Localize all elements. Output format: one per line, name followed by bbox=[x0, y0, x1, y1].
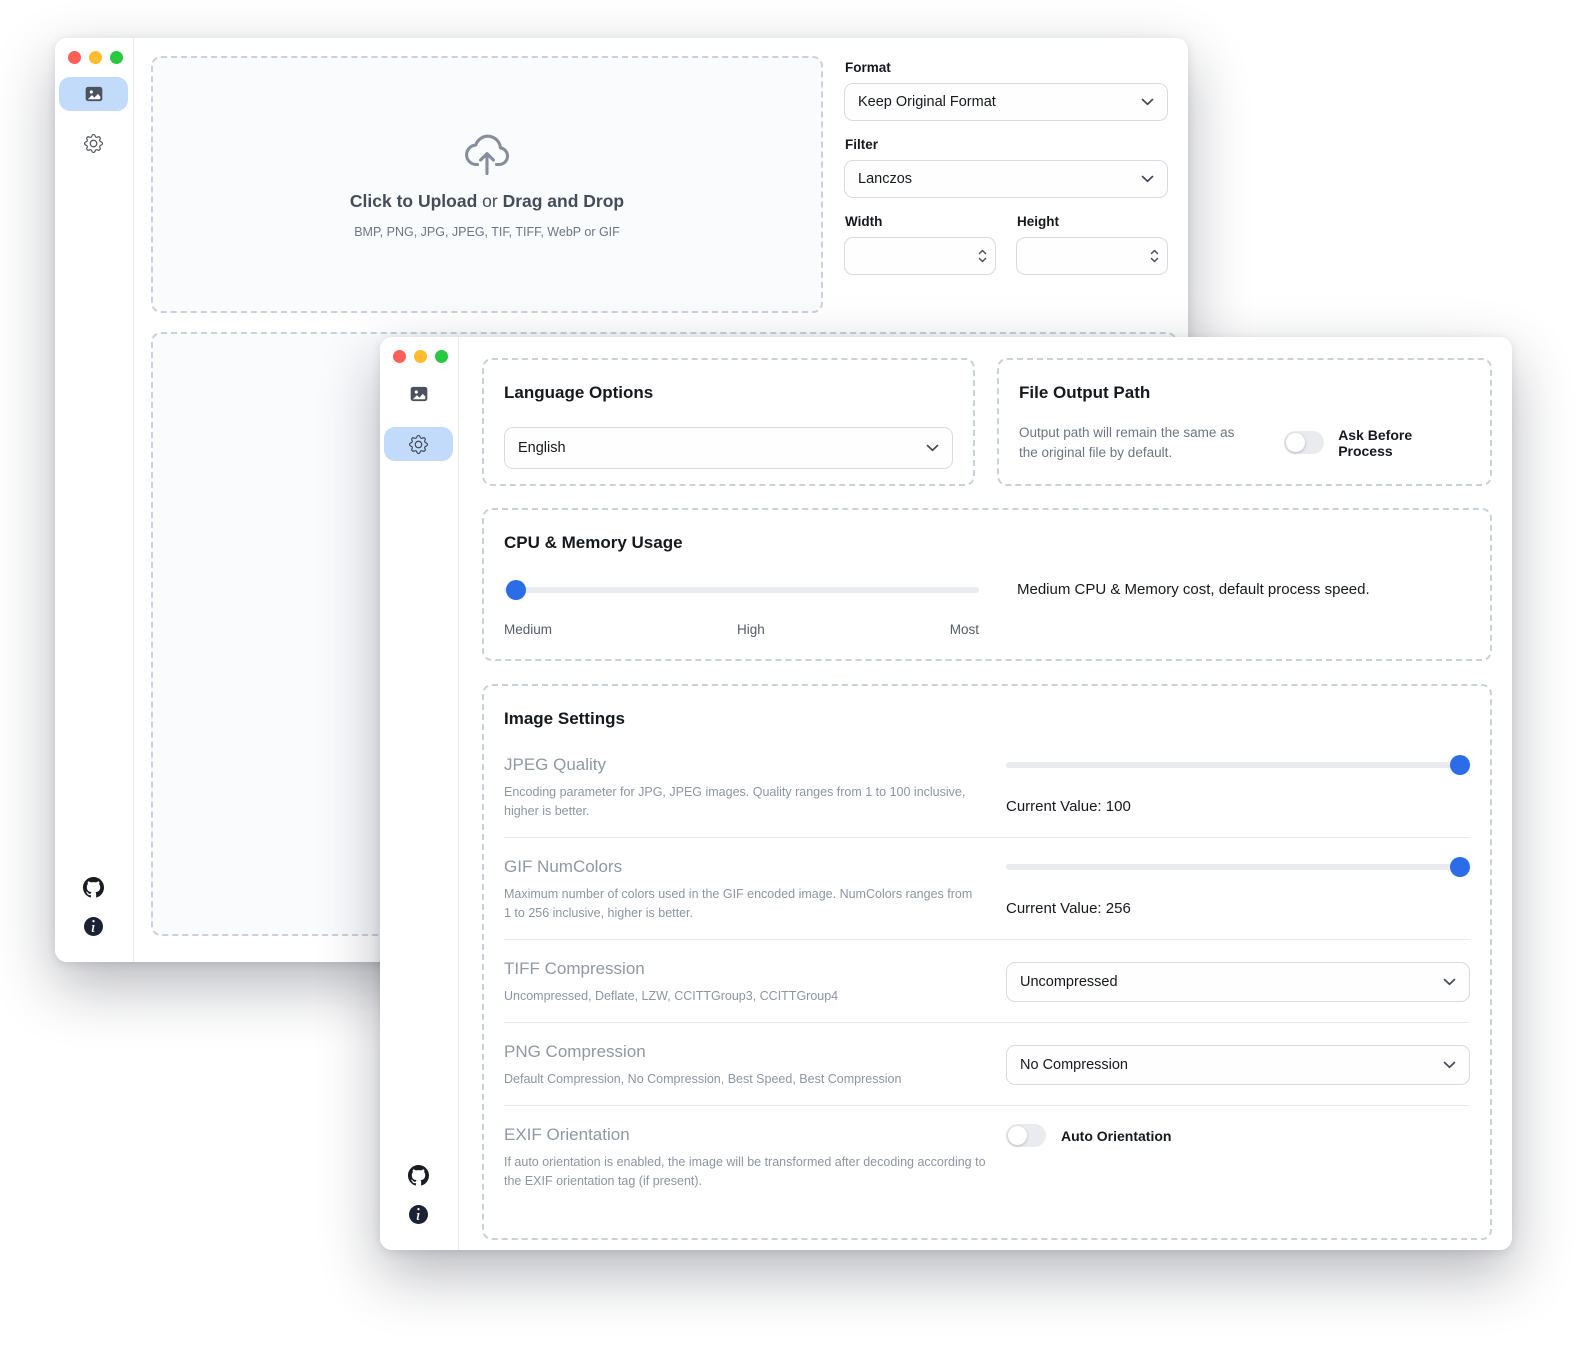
gear-icon bbox=[409, 435, 428, 454]
slider-thumb[interactable] bbox=[1450, 857, 1470, 877]
auto-orientation-toggle[interactable] bbox=[1006, 1124, 1046, 1147]
upload-title: Click to Upload or Drag and Drop bbox=[350, 191, 624, 212]
width-label: Width bbox=[845, 214, 996, 229]
close-button[interactable] bbox=[68, 51, 81, 64]
ask-before-process-toggle[interactable] bbox=[1284, 431, 1324, 454]
gif-numcolors-description: Maximum number of colors used in the GIF… bbox=[504, 885, 978, 923]
image-icon bbox=[84, 84, 104, 104]
filter-select[interactable]: Lanczos bbox=[844, 160, 1168, 198]
minimize-button[interactable] bbox=[89, 51, 102, 64]
tiff-compression-select[interactable]: Uncompressed bbox=[1006, 962, 1470, 1002]
cpu-status-text: Medium CPU & Memory cost, default proces… bbox=[1017, 580, 1370, 600]
sidebar-tab-images[interactable] bbox=[384, 377, 453, 411]
slider-track[interactable] bbox=[1006, 762, 1470, 768]
tiff-compression-row: TIFF Compression Uncompressed, Deflate, … bbox=[504, 939, 1470, 1022]
sidebar bbox=[380, 337, 459, 1250]
window-controls bbox=[393, 350, 448, 363]
ask-before-process-label: Ask Before Process bbox=[1338, 427, 1470, 459]
zoom-button[interactable] bbox=[435, 350, 448, 363]
settings-window: Language Options English File Output Pat… bbox=[380, 337, 1512, 1250]
info-icon[interactable] bbox=[84, 917, 103, 936]
window-controls bbox=[68, 51, 123, 64]
tick-medium: Medium bbox=[504, 622, 552, 637]
cpu-slider-ticks: Medium High Most bbox=[504, 622, 979, 637]
section-title: File Output Path bbox=[1019, 382, 1470, 404]
slider-thumb[interactable] bbox=[1450, 755, 1470, 775]
chevron-down-icon bbox=[1141, 98, 1154, 106]
exif-orientation-description: If auto orientation is enabled, the imag… bbox=[504, 1153, 992, 1191]
slider-thumb[interactable] bbox=[506, 580, 526, 600]
auto-orientation-label: Auto Orientation bbox=[1061, 1128, 1171, 1144]
close-button[interactable] bbox=[393, 350, 406, 363]
image-settings-section: Image Settings JPEG Quality Encoding par… bbox=[482, 684, 1492, 1240]
height-input[interactable] bbox=[1016, 237, 1168, 275]
jpeg-quality-current-value: Current Value: 100 bbox=[1006, 798, 1470, 815]
chevron-down-icon bbox=[1443, 1061, 1456, 1069]
upload-formats: BMP, PNG, JPG, JPEG, TIF, TIFF, WebP or … bbox=[354, 225, 620, 239]
sidebar bbox=[55, 38, 134, 962]
chevron-down-icon bbox=[926, 444, 939, 452]
sidebar-tab-images[interactable] bbox=[59, 77, 128, 111]
gif-numcolors-current-value: Current Value: 256 bbox=[1006, 900, 1470, 917]
upload-cloud-icon bbox=[461, 131, 513, 177]
conversion-options-panel: Format Keep Original Format Filter Lancz… bbox=[844, 60, 1168, 275]
toggle-knob bbox=[1286, 433, 1305, 452]
png-compression-row: PNG Compression Default Compression, No … bbox=[504, 1022, 1470, 1105]
gear-icon bbox=[84, 134, 103, 153]
stepper-icon[interactable] bbox=[977, 248, 988, 265]
jpeg-quality-title: JPEG Quality bbox=[504, 753, 992, 776]
stepper-icon[interactable] bbox=[1149, 248, 1160, 265]
sidebar-tab-settings[interactable] bbox=[59, 126, 128, 160]
output-path-description: Output path will remain the same as the … bbox=[1019, 423, 1240, 462]
tick-high: High bbox=[737, 622, 765, 637]
jpeg-quality-slider[interactable] bbox=[1006, 755, 1470, 775]
slider-track[interactable] bbox=[1006, 864, 1470, 870]
chevron-down-icon bbox=[1141, 175, 1154, 183]
chevron-down-icon bbox=[1443, 978, 1456, 986]
jpeg-quality-description: Encoding parameter for JPG, JPEG images.… bbox=[504, 783, 978, 821]
github-icon[interactable] bbox=[83, 877, 104, 898]
tick-most: Most bbox=[950, 622, 979, 637]
desktop: Click to Upload or Drag and Drop BMP, PN… bbox=[0, 0, 1596, 1347]
info-icon[interactable] bbox=[409, 1205, 428, 1224]
format-label: Format bbox=[845, 60, 1168, 75]
exif-orientation-title: EXIF Orientation bbox=[504, 1123, 992, 1146]
language-select[interactable]: English bbox=[504, 427, 953, 469]
cpu-memory-section: CPU & Memory Usage Medium High Most Medi… bbox=[482, 508, 1492, 661]
width-input[interactable] bbox=[844, 237, 996, 275]
slider-track[interactable] bbox=[504, 587, 979, 593]
tiff-compression-title: TIFF Compression bbox=[504, 957, 992, 980]
gif-numcolors-title: GIF NumColors bbox=[504, 855, 992, 878]
minimize-button[interactable] bbox=[414, 350, 427, 363]
image-icon bbox=[409, 384, 429, 404]
cpu-usage-slider[interactable] bbox=[504, 580, 979, 600]
github-icon[interactable] bbox=[408, 1165, 429, 1186]
file-output-path-section: File Output Path Output path will remain… bbox=[997, 358, 1492, 486]
filter-label: Filter bbox=[845, 137, 1168, 152]
height-label: Height bbox=[1017, 214, 1168, 229]
upload-dropzone[interactable]: Click to Upload or Drag and Drop BMP, PN… bbox=[151, 56, 823, 313]
exif-orientation-row: EXIF Orientation If auto orientation is … bbox=[504, 1105, 1470, 1207]
tiff-compression-description: Uncompressed, Deflate, LZW, CCITTGroup3,… bbox=[504, 987, 978, 1006]
gif-numcolors-row: GIF NumColors Maximum number of colors u… bbox=[504, 837, 1470, 939]
png-compression-select[interactable]: No Compression bbox=[1006, 1045, 1470, 1085]
gif-numcolors-slider[interactable] bbox=[1006, 857, 1470, 877]
zoom-button[interactable] bbox=[110, 51, 123, 64]
jpeg-quality-row: JPEG Quality Encoding parameter for JPG,… bbox=[504, 736, 1470, 837]
section-title: Image Settings bbox=[504, 708, 1470, 730]
format-select[interactable]: Keep Original Format bbox=[844, 83, 1168, 121]
png-compression-title: PNG Compression bbox=[504, 1040, 992, 1063]
language-options-section: Language Options English bbox=[482, 358, 975, 486]
png-compression-description: Default Compression, No Compression, Bes… bbox=[504, 1070, 978, 1089]
toggle-knob bbox=[1008, 1126, 1027, 1145]
section-title: CPU & Memory Usage bbox=[504, 532, 1470, 554]
sidebar-tab-settings[interactable] bbox=[384, 427, 453, 461]
section-title: Language Options bbox=[504, 382, 953, 404]
